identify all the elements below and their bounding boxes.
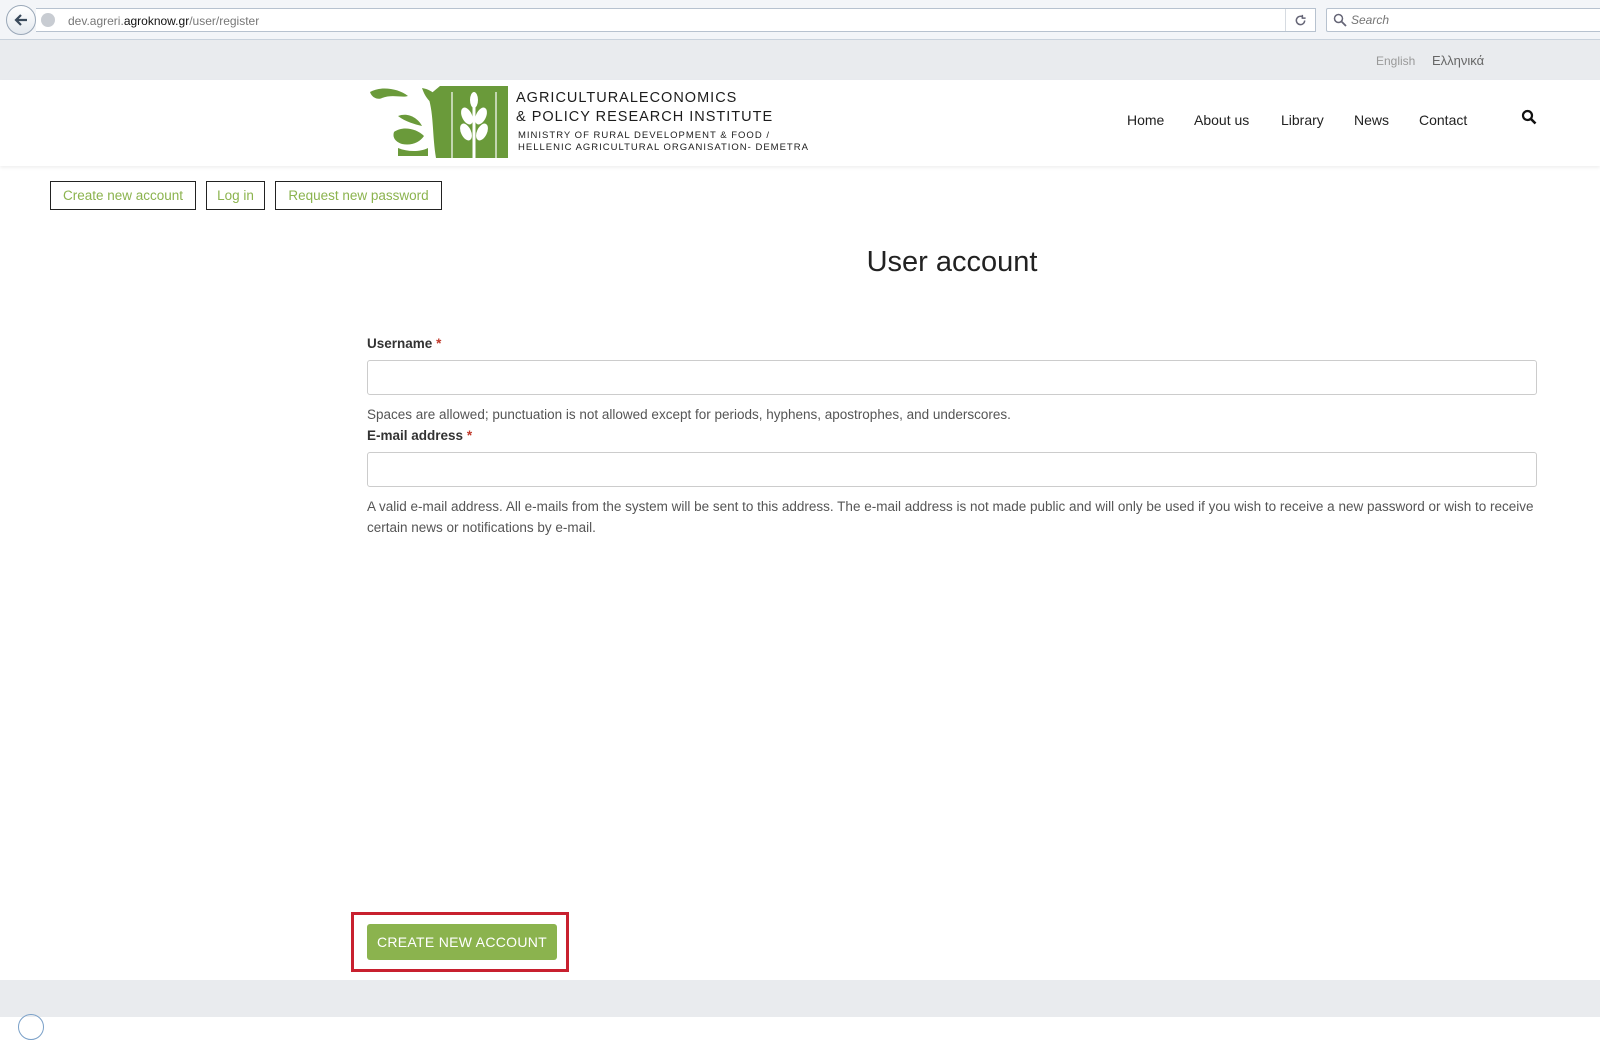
email-label: E-mail address * xyxy=(367,428,473,443)
tab-request-new-password[interactable]: Request new password xyxy=(275,181,442,210)
language-english-link[interactable]: English xyxy=(1376,54,1415,68)
username-help-text: Spaces are allowed; punctuation is not a… xyxy=(367,407,1011,422)
nav-contact[interactable]: Contact xyxy=(1419,112,1467,128)
institute-logo-icon[interactable] xyxy=(368,86,508,158)
search-icon xyxy=(1333,13,1347,32)
browser-toolbar: dev.agreri.agroknow.gr/user/register xyxy=(0,0,1600,40)
site-header: AGRICULTURALECONOMICS & POLICY RESEARCH … xyxy=(0,80,1600,166)
required-marker: * xyxy=(436,336,442,351)
nav-news[interactable]: News xyxy=(1354,112,1389,128)
address-bar[interactable]: dev.agreri.agroknow.gr/user/register xyxy=(36,8,1316,32)
back-arrow-icon[interactable] xyxy=(6,5,36,35)
url-text[interactable]: dev.agreri.agroknow.gr/user/register xyxy=(68,14,259,28)
nav-library[interactable]: Library xyxy=(1281,112,1324,128)
language-bar: English Ελληνικά xyxy=(0,40,1600,80)
browser-search-box[interactable] xyxy=(1326,8,1600,32)
username-input[interactable] xyxy=(367,360,1537,395)
create-new-account-button[interactable]: CREATE NEW ACCOUNT xyxy=(367,924,557,960)
logo-title-line2: & POLICY RESEARCH INSTITUTE xyxy=(516,109,774,125)
nav-home[interactable]: Home xyxy=(1127,112,1164,128)
required-marker: * xyxy=(466,428,473,443)
email-help-text: A valid e-mail address. All e-mails from… xyxy=(367,499,1534,535)
reload-icon[interactable] xyxy=(1285,9,1315,31)
logo-subtitle-line1: MINISTRY OF RURAL DEVELOPMENT & FOOD / xyxy=(518,130,770,141)
username-label: Username * xyxy=(367,336,442,351)
logo-subtitle-line2: HELLENIC AGRICULTURAL ORGANISATION- DEME… xyxy=(518,142,809,153)
footer-circle-icon xyxy=(18,1014,44,1040)
tab-log-in[interactable]: Log in xyxy=(206,181,265,210)
nav-about-us[interactable]: About us xyxy=(1194,112,1249,128)
globe-icon xyxy=(41,13,55,27)
email-input[interactable] xyxy=(367,452,1537,487)
browser-search-input[interactable] xyxy=(1351,12,1591,28)
language-greek-link[interactable]: Ελληνικά xyxy=(1432,53,1484,68)
site-search-icon[interactable] xyxy=(1521,109,1537,130)
tab-create-new-account[interactable]: Create new account xyxy=(50,181,196,210)
page-title: User account xyxy=(866,246,1038,278)
logo-title-line1: AGRICULTURALECONOMICS xyxy=(516,90,738,106)
footer xyxy=(0,980,1600,1040)
